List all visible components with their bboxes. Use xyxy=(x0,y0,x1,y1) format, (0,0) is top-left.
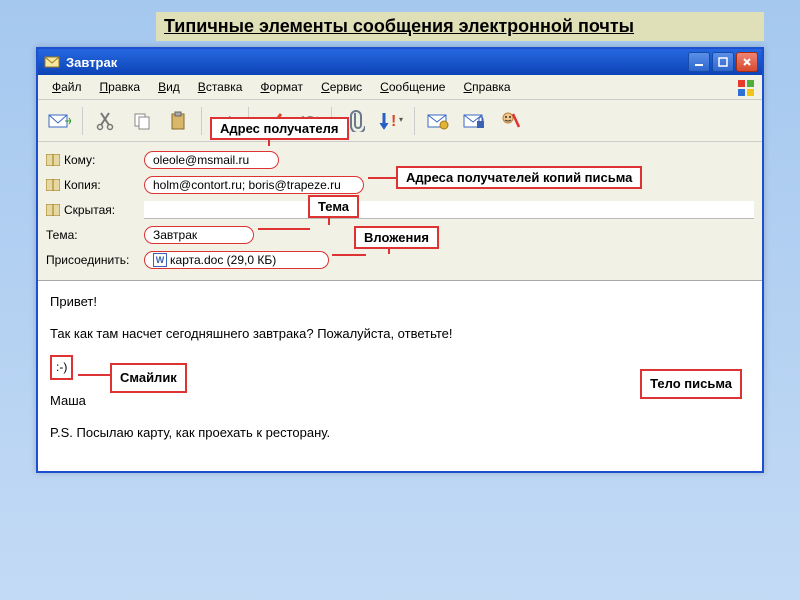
offline-icon[interactable] xyxy=(495,106,525,136)
bcc-field[interactable] xyxy=(144,201,754,219)
svg-text:!: ! xyxy=(391,113,396,130)
attach-label: Присоединить: xyxy=(46,253,144,267)
callout-recipient: Адрес получателя xyxy=(210,117,349,140)
subject-label: Тема: xyxy=(46,228,144,242)
sign-icon[interactable] xyxy=(423,106,453,136)
maximize-button[interactable] xyxy=(712,52,734,72)
callout-cc: Адреса получателей копий письма xyxy=(396,166,642,189)
to-field[interactable]: oleole@msmail.ru xyxy=(144,151,279,169)
cc-field[interactable]: holm@contort.ru; boris@trapeze.ru xyxy=(144,176,364,194)
menu-view[interactable]: Вид xyxy=(150,77,188,97)
menu-edit[interactable]: Правка xyxy=(92,77,149,97)
minimize-button[interactable] xyxy=(688,52,710,72)
app-icon xyxy=(44,54,60,70)
body-ps: P.S. Посылаю карту, как проехать к ресто… xyxy=(50,422,750,444)
menu-help[interactable]: Справка xyxy=(455,77,518,97)
connector xyxy=(368,177,396,179)
word-doc-icon: W xyxy=(153,253,167,267)
priority-icon[interactable]: !▾ xyxy=(376,106,406,136)
compose-window: Завтрак Файл Правка Вид Вставка Формат С… xyxy=(36,47,764,473)
connector xyxy=(332,254,366,256)
title-bar: Завтрак xyxy=(38,49,762,75)
callout-attachment: Вложения xyxy=(354,226,439,249)
send-icon[interactable] xyxy=(44,106,74,136)
subject-field[interactable]: Завтрак xyxy=(144,226,254,244)
close-button[interactable] xyxy=(736,52,758,72)
callout-subject: Тема xyxy=(308,195,359,218)
menu-message[interactable]: Сообщение xyxy=(372,77,453,97)
windows-flag-icon xyxy=(736,77,758,99)
message-headers: Кому: oleole@msmail.ru Копия: holm@conto… xyxy=(38,142,762,281)
callout-smiley: Смайлик xyxy=(110,363,187,393)
slide-caption: Типичные элементы сообщения электронной … xyxy=(156,12,764,41)
callout-body: Тело письма xyxy=(640,369,742,399)
connector xyxy=(258,228,310,230)
body-greeting: Привет! xyxy=(50,291,750,313)
body-line1: Так как там насчет сегодняшнего завтрака… xyxy=(50,323,750,345)
menu-service[interactable]: Сервис xyxy=(313,77,370,97)
connector xyxy=(78,374,110,376)
window-title: Завтрак xyxy=(66,55,688,70)
paste-icon[interactable] xyxy=(163,106,193,136)
bcc-label: Скрытая: xyxy=(46,203,144,217)
menu-insert[interactable]: Вставка xyxy=(190,77,251,97)
menu-format[interactable]: Формат xyxy=(252,77,311,97)
cc-label: Копия: xyxy=(46,178,144,192)
cut-icon[interactable] xyxy=(91,106,121,136)
menubar: Файл Правка Вид Вставка Формат Сервис Со… xyxy=(38,75,762,100)
svg-text:▾: ▾ xyxy=(399,115,403,124)
body-smiley: :-) xyxy=(50,355,73,379)
menu-file[interactable]: Файл xyxy=(44,77,90,97)
encrypt-icon[interactable] xyxy=(459,106,489,136)
toolbar: ABC !▾ xyxy=(38,100,762,142)
attach-field[interactable]: W карта.doc (29,0 КБ) xyxy=(144,251,329,269)
copy-icon[interactable] xyxy=(127,106,157,136)
to-label: Кому: xyxy=(46,153,144,167)
message-body[interactable]: Привет! Так как там насчет сегодняшнего … xyxy=(38,281,762,471)
